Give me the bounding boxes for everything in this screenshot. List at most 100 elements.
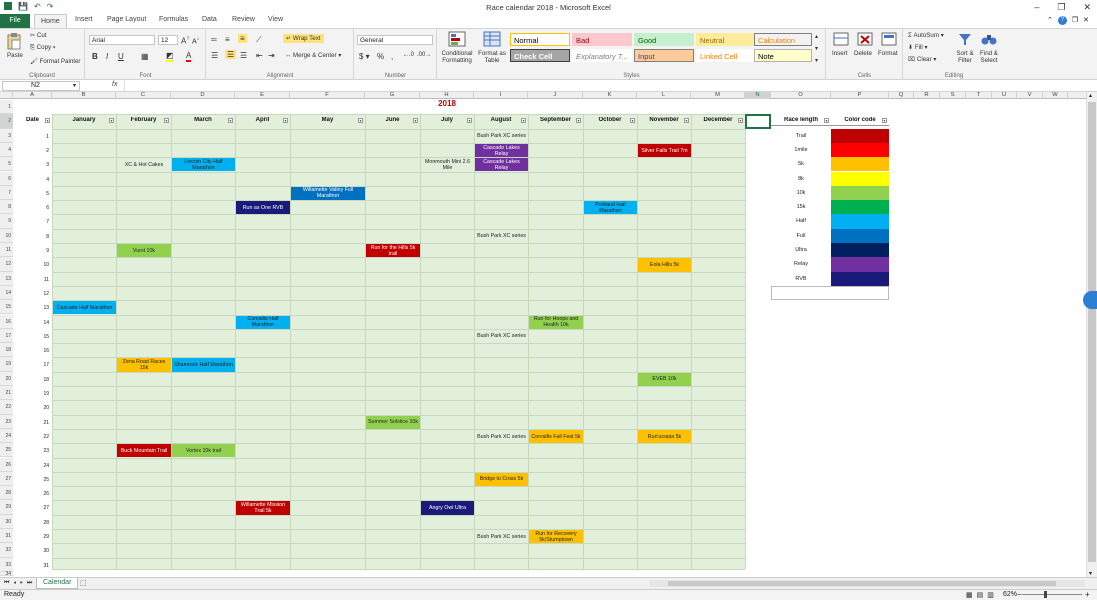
close-button[interactable]: ✕ <box>1083 2 1091 13</box>
filter-dropdown-icon[interactable]: ▾ <box>630 118 635 124</box>
legend-label[interactable]: 10k <box>771 190 831 198</box>
column-header-d[interactable]: D <box>171 92 235 99</box>
delete-cells-button[interactable]: Delete <box>854 32 876 57</box>
row-header-25[interactable]: 25 <box>0 443 13 458</box>
race-entry[interactable]: Run for Hoops and Health 10k <box>529 315 583 329</box>
row-header-5[interactable]: 5 <box>0 157 13 172</box>
cell-style-bad[interactable]: Bad <box>572 33 632 46</box>
legend-label[interactable]: 5k <box>771 161 831 169</box>
cell-style-neutral[interactable]: Neutral <box>696 33 756 46</box>
row-header-28[interactable]: 28 <box>0 486 13 501</box>
day-number[interactable]: 2 <box>13 148 49 154</box>
column-header-f[interactable]: F <box>290 92 365 99</box>
race-entry[interactable]: Bush Park XC series <box>475 329 528 344</box>
horizontal-scroll-thumb[interactable] <box>668 581 1056 586</box>
race-entry[interactable]: Run as One RVB <box>236 201 290 215</box>
filter-dropdown-icon[interactable]: ▾ <box>358 118 363 124</box>
day-number[interactable]: 6 <box>13 205 49 211</box>
row-header-20[interactable]: 20 <box>0 371 13 386</box>
race-entry[interactable]: Bush Park XC series <box>475 229 528 243</box>
race-entry[interactable]: Vurst 10k <box>117 244 171 258</box>
legend-color-swatch[interactable] <box>831 228 889 243</box>
race-entry[interactable]: Bush Park XC series <box>475 129 528 143</box>
cell-style-good[interactable]: Good <box>634 33 694 46</box>
race-entry[interactable]: Vortex 10k trail <box>172 444 235 458</box>
calendar-title[interactable]: 2018 <box>420 99 474 113</box>
row-header-15[interactable]: 15 <box>0 300 13 315</box>
wrap-text-button[interactable]: ↵ Wrap Text <box>283 34 324 43</box>
tab-insert[interactable]: Insert <box>75 16 93 23</box>
header-may[interactable]: May <box>290 117 365 126</box>
row-header-22[interactable]: 22 <box>0 400 13 415</box>
tab-home[interactable]: Home <box>34 14 67 28</box>
race-entry[interactable]: Bush Park XC series <box>475 530 528 544</box>
header-march[interactable]: March <box>171 117 235 126</box>
race-entry[interactable]: Monmouth Mini 2.6 Mile <box>421 158 474 172</box>
zoom-slider[interactable] <box>1022 591 1082 598</box>
filter-dropdown-icon[interactable]: ▾ <box>413 118 418 124</box>
day-number[interactable]: 11 <box>13 277 49 283</box>
column-header-u[interactable]: U <box>992 92 1017 99</box>
legend-label[interactable]: Half <box>771 218 831 226</box>
decrease-decimal-button[interactable]: .00→ <box>417 52 431 58</box>
row-header-4[interactable]: 4 <box>0 142 13 158</box>
race-entry[interactable]: Portland Half Marathon <box>584 201 637 215</box>
race-entry[interactable]: Willamette Mission Trail 5k <box>236 501 290 515</box>
horizontal-scrollbar[interactable] <box>650 580 1085 587</box>
filter-dropdown-icon[interactable]: ▾ <box>738 118 743 124</box>
day-number[interactable]: 31 <box>13 563 49 569</box>
row-header-30[interactable]: 30 <box>0 514 13 529</box>
scroll-up-arrow[interactable]: ▴ <box>1089 92 1092 99</box>
row-header-13[interactable]: 13 <box>0 271 13 286</box>
font-color-button[interactable]: A <box>186 51 192 62</box>
increase-indent-button[interactable]: ⇥ <box>268 51 275 60</box>
header-february[interactable]: February <box>116 117 171 126</box>
underline-button[interactable]: U <box>118 52 124 61</box>
header-june[interactable]: June <box>365 117 420 126</box>
window-restore-icon[interactable]: ❐ <box>1072 16 1078 25</box>
row-header-32[interactable]: 32 <box>0 543 13 558</box>
column-header-q[interactable]: Q <box>889 92 914 99</box>
day-number[interactable]: 1 <box>13 134 49 140</box>
cell-style-check-cell[interactable]: Check Cell <box>510 49 570 62</box>
race-entry[interactable]: Run for Recovery 5k/Stumptown <box>529 530 583 544</box>
cell-style-explanatory-t[interactable]: Explanatory T... <box>572 49 632 62</box>
row-header-12[interactable]: 12 <box>0 257 13 272</box>
filter-dropdown-icon[interactable]: ▾ <box>109 118 114 124</box>
legend-color-swatch[interactable] <box>831 128 889 143</box>
race-entry[interactable]: Cascade Lakes Relay <box>475 158 528 172</box>
row-header-1[interactable]: 1 <box>0 100 13 115</box>
column-header-k[interactable]: K <box>583 92 637 99</box>
side-widget-icon[interactable] <box>1083 291 1097 309</box>
race-entry[interactable]: Buck Mountain Trail <box>117 444 171 458</box>
day-number[interactable]: 24 <box>13 463 49 469</box>
select-all-corner[interactable] <box>0 92 13 99</box>
tab-data[interactable]: Data <box>202 16 217 23</box>
column-header-m[interactable]: M <box>691 92 745 99</box>
currency-button[interactable]: $ ▾ <box>359 52 370 61</box>
row-header-17[interactable]: 17 <box>0 328 13 344</box>
window-close-icon[interactable]: ✕ <box>1083 16 1089 25</box>
race-entry[interactable]: EVEB 10k <box>638 372 691 386</box>
vertical-scrollbar[interactable]: ▴ ▾ <box>1086 92 1097 577</box>
cell-style-input[interactable]: Input <box>634 49 694 62</box>
autosum-button[interactable]: Σ AutoSum ▾ <box>908 32 944 39</box>
align-top-button[interactable]: ═ <box>211 35 217 44</box>
column-header-b[interactable]: B <box>52 92 116 99</box>
scroll-thumb[interactable] <box>1088 102 1096 562</box>
row-header-18[interactable]: 18 <box>0 343 13 358</box>
find-select-button[interactable]: Find & Select <box>978 32 1000 64</box>
race-entry[interactable]: Zena Road Races 15k <box>117 358 171 372</box>
day-number[interactable]: 12 <box>13 291 49 297</box>
selected-cell[interactable] <box>745 114 771 129</box>
day-number[interactable]: 17 <box>13 362 49 368</box>
day-number[interactable]: 21 <box>13 420 49 426</box>
race-entry[interactable]: Bush Park XC series <box>475 429 528 444</box>
column-header-e[interactable]: E <box>235 92 290 99</box>
filter-dropdown-icon[interactable]: ▾ <box>882 118 887 124</box>
race-entry[interactable]: Shamrock Half Marathon <box>172 358 235 372</box>
scroll-down-arrow[interactable]: ▾ <box>1089 570 1092 577</box>
comma-button[interactable]: , <box>391 52 393 61</box>
race-entry[interactable]: Lincoln City Half Marathon <box>172 158 235 172</box>
formula-input[interactable] <box>124 81 1089 91</box>
